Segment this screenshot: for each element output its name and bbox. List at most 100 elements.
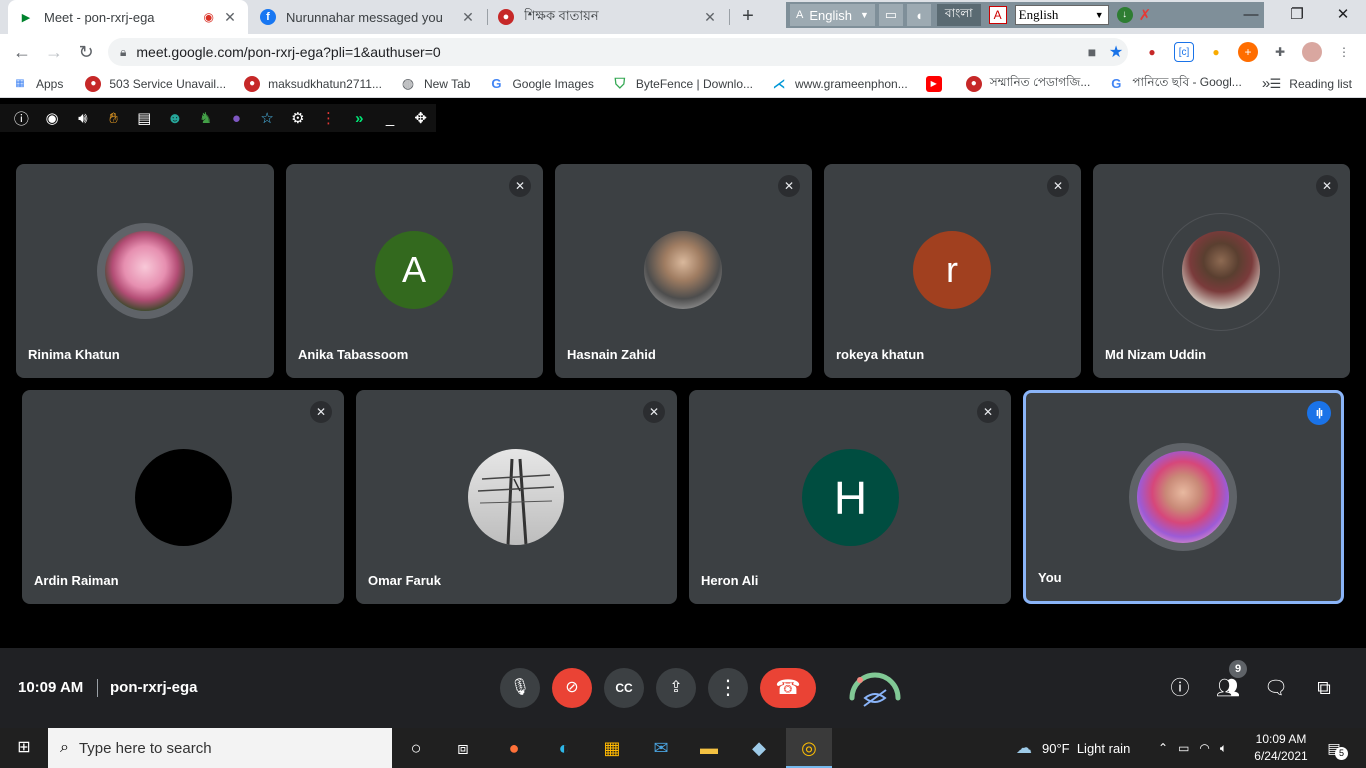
extension-plus-icon[interactable]: + — [1238, 42, 1258, 62]
download-icon[interactable]: ↓ — [1116, 7, 1133, 23]
close-window-button[interactable]: ✕ — [1320, 0, 1366, 30]
cortana-button[interactable]: ○ — [393, 728, 439, 768]
language-select[interactable]: English ▼ — [1014, 5, 1109, 25]
store-button[interactable]: ▦ — [589, 728, 635, 768]
bookmark-item[interactable]: ▶ — [925, 75, 950, 92]
firefox-button[interactable]: ● — [491, 728, 537, 768]
url-text[interactable]: meet.google.com/pon-rxrj-ega?pli=1&authu… — [136, 44, 1080, 60]
mouse-icon[interactable]: ◖ — [906, 4, 931, 26]
address-bar[interactable]: 🔒︎ meet.google.com/pon-rxrj-ega?pli=1&au… — [108, 38, 1128, 66]
app-button[interactable]: ◆ — [736, 728, 782, 768]
bookmark-apps[interactable]: ▦ Apps — [12, 76, 63, 92]
meeting-details-button[interactable]: ⓘ — [1167, 676, 1193, 702]
participant-tile[interactable]: ✕ Ardin Raiman — [22, 390, 344, 604]
info-icon[interactable]: ⓘ — [6, 108, 37, 129]
camera-off-button[interactable]: ⊘ — [552, 668, 592, 708]
participant-tile[interactable]: ✕ Md Nizam Uddin — [1093, 164, 1350, 378]
bookmark-item[interactable]: ● সম্মানিত পেডাগজি... — [965, 74, 1090, 94]
input-language-chip[interactable]: A English ▼ — [790, 4, 875, 26]
minimize-icon[interactable]: _ — [375, 110, 406, 127]
adobe-icon[interactable]: A — [988, 6, 1007, 24]
chat-button[interactable]: 🗨︎ — [1263, 676, 1289, 702]
more-options-button[interactable]: ⋮ — [708, 668, 748, 708]
gear-icon[interactable]: ⚙ — [282, 109, 313, 127]
bookmark-item[interactable]: ◍ New Tab — [400, 75, 471, 92]
bookmark-item[interactable]: G Google Images — [488, 76, 593, 92]
bookmark-item[interactable]: ⛉ ByteFence | Downlo... — [612, 75, 753, 92]
speaker-icon[interactable]: 🔊︎ — [67, 110, 98, 127]
activities-button[interactable]: ⧉ — [1311, 676, 1337, 702]
divider — [97, 679, 98, 697]
bookmark-item[interactable]: G পানিতে ছবি - Googl... — [1108, 74, 1242, 94]
edge-button[interactable]: ◐ — [541, 728, 587, 768]
lock-icon[interactable]: 🔒︎ — [120, 45, 126, 60]
mic-off-icon: ✕ — [977, 401, 999, 423]
forward-button[interactable]: → — [42, 40, 66, 64]
extension-apple-icon[interactable]: ● — [1142, 42, 1162, 62]
back-button[interactable]: ← — [10, 40, 34, 64]
task-view-icon: ⧈ — [457, 738, 469, 758]
bookmark-item[interactable]: ● 503 Service Unavail... — [85, 75, 226, 92]
restore-button[interactable]: ❐ — [1274, 0, 1320, 30]
reading-list-button[interactable]: ☰ Reading list — [1270, 76, 1352, 92]
star-outline-icon[interactable]: ☆ — [252, 109, 283, 127]
close-toolbar-icon[interactable]: ✗ — [1139, 6, 1152, 24]
participant-tile[interactable]: ✕ H Heron Ali — [689, 390, 1011, 604]
chrome-button[interactable]: ◎ — [786, 728, 832, 768]
tab-shikkhok-batayon[interactable]: ● শিক্ষক বাতায়ন ✕ — [488, 0, 728, 34]
camera-icon[interactable]: ■ — [1080, 44, 1104, 60]
new-tab-button[interactable]: + — [737, 5, 759, 29]
bookmark-item[interactable]: ⋌ www.grameenphon... — [771, 76, 908, 92]
move-icon[interactable]: ✥ — [405, 109, 436, 127]
phone-hangup-icon: ☎︎ — [775, 677, 801, 699]
reload-button[interactable]: ↻ — [74, 40, 98, 64]
participant-tile[interactable]: ✕ Omar Faruk — [356, 390, 677, 604]
file-explorer-button[interactable]: ▬ — [686, 728, 732, 768]
participant-tile[interactable]: ✕ r rokeya khatun — [824, 164, 1081, 378]
eye-icon[interactable]: ◉ — [37, 109, 68, 127]
end-call-button[interactable]: ☎︎ — [760, 668, 816, 708]
visual-effects-gauge[interactable] — [846, 664, 904, 712]
taskbar-search-input[interactable]: ⌕ Type here to search — [48, 728, 392, 768]
minimize-button[interactable]: — — [1228, 0, 1274, 30]
emoji-icon[interactable]: ☻ — [160, 110, 191, 127]
star-icon[interactable]: ★ — [1104, 42, 1128, 62]
bookmark-item[interactable]: ● maksudkhatun2711... — [244, 75, 382, 92]
hand-icon[interactable]: ✋︎ — [98, 110, 129, 127]
participant-tile[interactable]: Rinima Khatun — [16, 164, 274, 378]
weather-widget[interactable]: ☁ 90°F Light rain — [1016, 728, 1130, 768]
close-icon[interactable]: ✕ — [222, 9, 238, 26]
microphone-button[interactable]: 🎙︎ — [500, 668, 540, 708]
participant-tile[interactable]: ✕ A Anika Tabassoom — [286, 164, 543, 378]
profile-avatar[interactable] — [1302, 42, 1322, 62]
keyboard-icon[interactable]: ▭ — [878, 4, 903, 26]
present-screen-button[interactable]: ⇪ — [656, 668, 696, 708]
volume-icon[interactable]: 🔈︎ — [1220, 741, 1227, 756]
clipboard-icon[interactable]: ▤ — [129, 109, 160, 127]
extension-bulb-icon[interactable]: ● — [1206, 42, 1226, 62]
extensions-puzzle-icon[interactable]: ✚ — [1270, 42, 1290, 62]
people-button[interactable]: 👥︎ — [1215, 676, 1241, 702]
notifications-button[interactable]: ▤ 5 — [1322, 736, 1348, 760]
chat-bubble-icon[interactable]: ● — [221, 110, 252, 127]
self-tile[interactable]: ı|ı You — [1023, 390, 1344, 604]
start-button[interactable]: ⊞ — [0, 728, 48, 768]
bookmarks-bar: ▦ Apps ● 503 Service Unavail... ● maksudkha… — [0, 70, 1366, 98]
ribbon-icon[interactable]: ♞ — [190, 109, 221, 127]
close-icon[interactable]: ✕ — [460, 9, 476, 26]
wifi-icon[interactable]: ◠ — [1199, 741, 1209, 755]
extension-counter-icon[interactable]: [c] — [1174, 42, 1194, 62]
tab-meet[interactable]: ▶ Meet - pon-rxrj-ega ◉ ✕ — [8, 0, 248, 34]
participant-tile[interactable]: ✕ Hasnain Zahid — [555, 164, 812, 378]
menu-kebab-icon[interactable]: ⋮ — [1334, 42, 1354, 62]
tab-facebook[interactable]: f Nurunnahar messaged you ✕ — [250, 0, 486, 34]
more-vertical-icon[interactable]: ⋮ — [313, 109, 344, 127]
expand-icon[interactable]: » — [344, 110, 375, 127]
close-icon[interactable]: ✕ — [702, 9, 718, 26]
battery-icon[interactable]: ▭ — [1178, 741, 1189, 755]
taskbar-clock[interactable]: 10:09 AM 6/24/2021 — [1248, 731, 1314, 765]
chevron-up-icon[interactable]: ⌃ — [1158, 741, 1168, 755]
captions-button[interactable]: CC — [604, 668, 644, 708]
mail-button[interactable]: ✉ — [638, 728, 684, 768]
task-view-button[interactable]: ⧈ — [440, 728, 486, 768]
